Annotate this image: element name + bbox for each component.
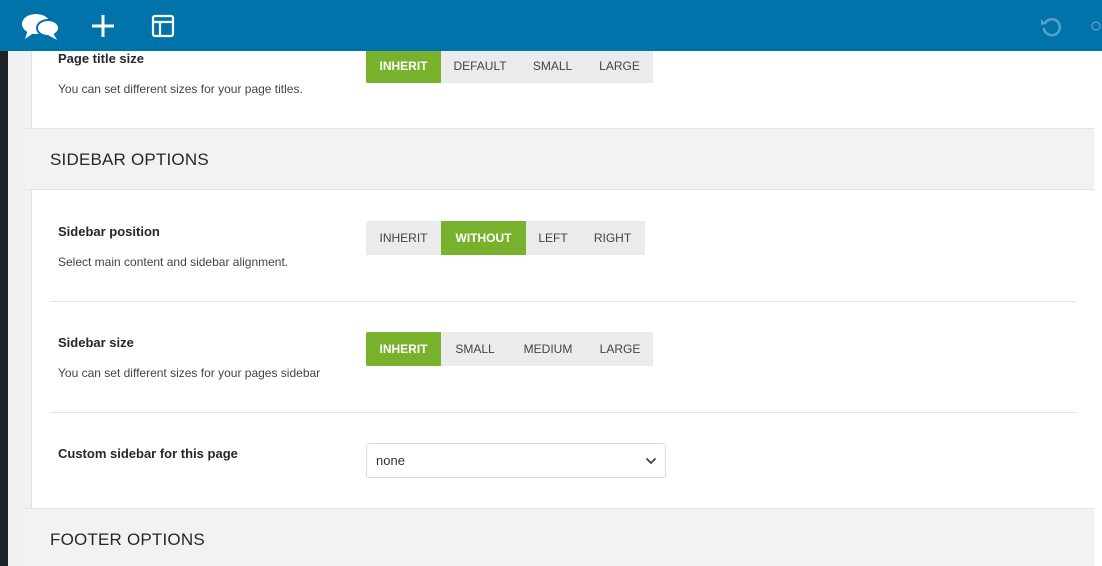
sidebar-options-header: SIDEBAR OPTIONS bbox=[24, 128, 1094, 190]
sidebar-size-buttons: INHERIT SMALL MEDIUM LARGE bbox=[366, 332, 653, 366]
admin-sidebar-edge bbox=[0, 0, 8, 566]
option-divider bbox=[50, 412, 1076, 413]
editor-toolbar bbox=[0, 0, 1102, 51]
footer-options-header: FOOTER OPTIONS bbox=[24, 508, 1094, 566]
sidebar-options-title: SIDEBAR OPTIONS bbox=[50, 150, 209, 169]
page-title-size-small-button[interactable]: SMALL bbox=[519, 49, 586, 83]
sidebar-position-inherit-button[interactable]: INHERIT bbox=[366, 221, 441, 255]
footer-options-title: FOOTER OPTIONS bbox=[50, 530, 205, 549]
sidebar-size-description: You can set different sizes for your pag… bbox=[58, 366, 321, 380]
page-title-size-buttons: INHERIT DEFAULT SMALL LARGE bbox=[366, 49, 653, 83]
page-title-size-inherit-button[interactable]: INHERIT bbox=[366, 49, 441, 83]
sidebar-position-without-button[interactable]: WITHOUT bbox=[441, 221, 526, 255]
speech-bubbles-icon[interactable] bbox=[20, 0, 62, 51]
custom-sidebar-select-value: none bbox=[376, 453, 405, 468]
sidebar-position-label: Sidebar position bbox=[58, 224, 160, 239]
sidebar-position-description: Select main content and sidebar alignmen… bbox=[58, 255, 289, 269]
custom-sidebar-select[interactable]: none bbox=[366, 443, 666, 478]
sidebar-position-left-button[interactable]: LEFT bbox=[526, 221, 580, 255]
sidebar-size-medium-button[interactable]: MEDIUM bbox=[509, 332, 587, 366]
option-divider bbox=[50, 301, 1076, 302]
custom-sidebar-label: Custom sidebar for this page bbox=[58, 446, 238, 461]
chevron-down-icon bbox=[645, 455, 657, 470]
page-title-size-default-button[interactable]: DEFAULT bbox=[441, 49, 519, 83]
sidebar-position-right-button[interactable]: RIGHT bbox=[580, 221, 645, 255]
sidebar-position-buttons: INHERIT WITHOUT LEFT RIGHT bbox=[366, 221, 645, 255]
sidebar-size-inherit-button[interactable]: INHERIT bbox=[366, 332, 441, 366]
sidebar-size-label: Sidebar size bbox=[58, 335, 134, 350]
undo-icon[interactable] bbox=[1034, 0, 1068, 51]
page-title-size-large-button[interactable]: LARGE bbox=[586, 49, 653, 83]
page-title-size-label: Page title size bbox=[58, 51, 144, 66]
redo-icon[interactable] bbox=[1090, 0, 1102, 51]
page-title-size-description: You can set different sizes for your pag… bbox=[58, 82, 303, 96]
sidebar-size-large-button[interactable]: LARGE bbox=[587, 332, 653, 366]
sidebar-size-small-button[interactable]: SMALL bbox=[441, 332, 509, 366]
layout-icon[interactable] bbox=[146, 0, 180, 51]
plus-icon[interactable] bbox=[86, 0, 120, 51]
